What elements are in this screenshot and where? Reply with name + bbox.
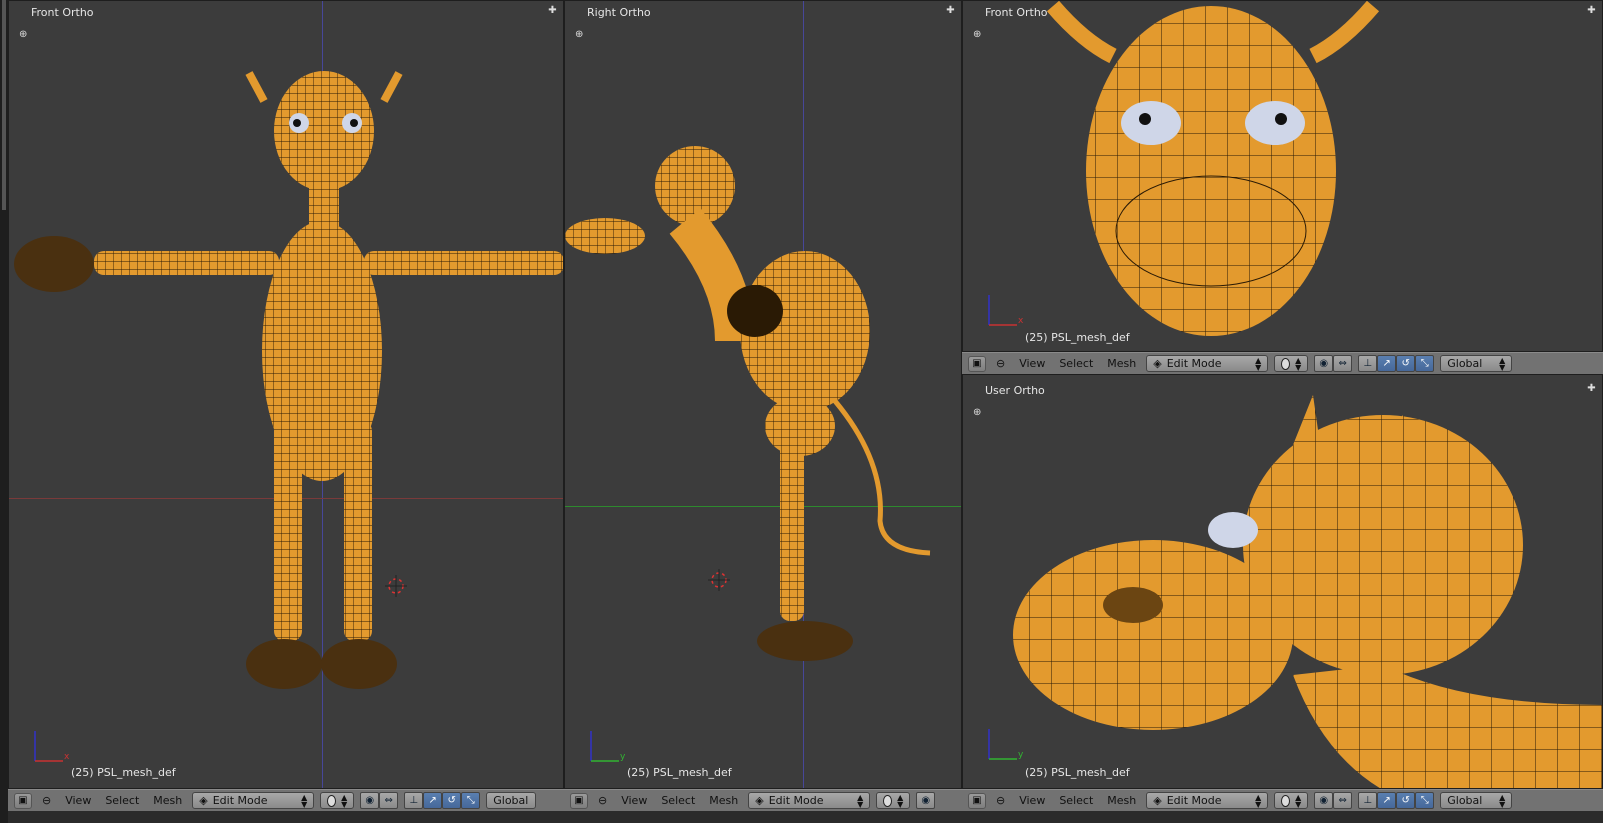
view-menu-toggle-icon[interactable]: ⊖ <box>992 357 1009 370</box>
translate-icon[interactable]: ↗ <box>1377 792 1397 809</box>
pivot-icon[interactable]: ◉ <box>1314 355 1334 372</box>
dropdown-arrows-icon: ▲ ▼ <box>301 792 308 809</box>
shading-dropdown[interactable]: ▲ ▼ <box>1274 792 1309 809</box>
view-menu-toggle-icon[interactable]: ⊖ <box>992 794 1009 807</box>
axis-gizmo: y <box>988 729 1024 760</box>
menu-view[interactable]: View <box>1015 794 1049 807</box>
dropdown-arrows-icon: ▲ ▼ <box>1255 792 1262 809</box>
menu-view[interactable]: View <box>61 794 95 807</box>
viewport-type-icon[interactable]: ▣ <box>570 792 588 809</box>
menu-view[interactable]: View <box>1015 357 1049 370</box>
menu-select[interactable]: Select <box>101 794 143 807</box>
mesh-model-head-front[interactable] <box>963 1 1603 352</box>
left-edge-strip[interactable] <box>0 0 8 823</box>
3d-cursor-icon[interactable] <box>385 575 407 597</box>
shading-icon <box>327 794 337 807</box>
viewport-label: Front Ortho <box>31 6 94 19</box>
viewport-type-icon[interactable]: ▣ <box>14 792 32 809</box>
shading-icon <box>1281 794 1291 807</box>
scrollbar-thumb[interactable] <box>2 0 6 210</box>
mode-dropdown[interactable]: ◈ Edit Mode ▲ ▼ <box>1146 355 1269 372</box>
manipulator-icon[interactable]: ⊥ <box>1358 355 1378 372</box>
shading-icon <box>883 794 893 807</box>
viewport-front-ortho-closeup[interactable]: Front Ortho ✚ ⊕ x (25) PSL_mesh_def <box>962 0 1603 352</box>
menu-select[interactable]: Select <box>1055 357 1097 370</box>
object-info: (25) PSL_mesh_def <box>1025 331 1130 344</box>
pivot-icon[interactable]: ◉ <box>916 792 936 809</box>
svg-text:x: x <box>64 752 70 762</box>
scale-icon[interactable]: ⤡ <box>461 792 481 809</box>
viewport-user-ortho[interactable]: User Ortho ✚ ⊕ y (25) PSL_mesh_def <box>962 374 1603 789</box>
viewport-header: ▣ ⊖ View Select Mesh ◈ Edit Mode ▲ ▼ ▲ ▼ ◉ <box>564 789 962 811</box>
snap-icon[interactable]: ⇔ <box>379 792 399 809</box>
viewport-header: ▣ ⊖ View Select Mesh ◈ Edit Mode ▲ ▼ ▲ ▼ ◉… <box>8 789 564 811</box>
dropdown-arrows-icon: ▲ ▼ <box>857 792 864 809</box>
menu-mesh[interactable]: Mesh <box>1103 794 1140 807</box>
plus-icon[interactable]: ⊕ <box>575 29 583 40</box>
corner-icon[interactable]: ✚ <box>946 6 955 16</box>
shading-dropdown[interactable]: ▲ ▼ <box>1274 355 1309 372</box>
3d-cursor-icon[interactable] <box>708 569 730 591</box>
rotate-icon[interactable]: ↺ <box>442 792 462 809</box>
viewport-type-icon[interactable]: ▣ <box>968 792 986 809</box>
object-info: (25) PSL_mesh_def <box>1025 766 1130 779</box>
pivot-icon[interactable]: ◉ <box>1314 792 1334 809</box>
orientation-dropdown[interactable]: Global ▲ ▼ <box>1440 792 1513 809</box>
shading-dropdown[interactable]: ▲ ▼ <box>320 792 355 809</box>
mode-icon: ◈ <box>1153 794 1162 807</box>
translate-icon[interactable]: ↗ <box>423 792 443 809</box>
object-info: (25) PSL_mesh_def <box>71 766 176 779</box>
scale-icon[interactable]: ⤡ <box>1415 355 1435 372</box>
mode-icon: ◈ <box>199 794 208 807</box>
rotate-icon[interactable]: ↺ <box>1396 355 1416 372</box>
snap-icon[interactable]: ⇔ <box>1333 792 1353 809</box>
viewport-front-ortho[interactable]: Front Ortho ✚ ⊕ x (25) PSL_mesh_def <box>8 0 564 789</box>
translate-icon[interactable]: ↗ <box>1377 355 1397 372</box>
mesh-model-front[interactable] <box>9 61 564 701</box>
mesh-model-head-user[interactable] <box>963 375 1603 789</box>
axis-gizmo: x <box>34 731 70 762</box>
snap-icon[interactable]: ⇔ <box>1333 355 1353 372</box>
menu-view[interactable]: View <box>617 794 651 807</box>
view-menu-toggle-icon[interactable]: ⊖ <box>594 794 611 807</box>
viewport-type-icon[interactable]: ▣ <box>968 355 986 372</box>
manipulator-icon[interactable]: ⊥ <box>1358 792 1378 809</box>
svg-text:y: y <box>620 752 626 762</box>
viewport-header: ▣ ⊖ View Select Mesh ◈ Edit Mode ▲ ▼ ▲ ▼ ◉… <box>962 352 1603 374</box>
menu-mesh[interactable]: Mesh <box>1103 357 1140 370</box>
menu-mesh[interactable]: Mesh <box>149 794 186 807</box>
mesh-model-right[interactable] <box>565 141 962 681</box>
shading-icon <box>1281 357 1291 370</box>
orientation-dropdown[interactable]: Global <box>486 792 537 809</box>
axis-gizmo: x <box>988 295 1024 326</box>
mode-dropdown[interactable]: ◈ Edit Mode ▲ ▼ <box>192 792 315 809</box>
mode-icon: ◈ <box>755 794 764 807</box>
pivot-icon[interactable]: ◉ <box>360 792 380 809</box>
svg-text:y: y <box>1018 750 1024 760</box>
viewport-right-ortho[interactable]: Right Ortho ✚ ⊕ y (25) PSL_mesh_def <box>564 0 962 789</box>
manipulator-icon[interactable]: ⊥ <box>404 792 424 809</box>
menu-mesh[interactable]: Mesh <box>705 794 742 807</box>
mode-dropdown[interactable]: ◈ Edit Mode ▲ ▼ <box>1146 792 1269 809</box>
plus-icon[interactable]: ⊕ <box>19 29 27 40</box>
menu-select[interactable]: Select <box>657 794 699 807</box>
rotate-icon[interactable]: ↺ <box>1396 792 1416 809</box>
shading-dropdown[interactable]: ▲ ▼ <box>876 792 911 809</box>
mode-icon: ◈ <box>1153 357 1162 370</box>
svg-text:x: x <box>1018 316 1024 326</box>
viewport-label: Right Ortho <box>587 6 651 19</box>
scale-icon[interactable]: ⤡ <box>1415 792 1435 809</box>
view-menu-toggle-icon[interactable]: ⊖ <box>38 794 55 807</box>
axis-gizmo: y <box>590 731 626 762</box>
dropdown-arrows-icon: ▲ ▼ <box>1255 355 1262 372</box>
viewport-header: ▣ ⊖ View Select Mesh ◈ Edit Mode ▲ ▼ ▲ ▼ ◉… <box>962 789 1603 811</box>
orientation-dropdown[interactable]: Global ▲ ▼ <box>1440 355 1513 372</box>
object-info: (25) PSL_mesh_def <box>627 766 732 779</box>
mode-dropdown[interactable]: ◈ Edit Mode ▲ ▼ <box>748 792 871 809</box>
menu-select[interactable]: Select <box>1055 794 1097 807</box>
corner-icon[interactable]: ✚ <box>548 6 557 16</box>
